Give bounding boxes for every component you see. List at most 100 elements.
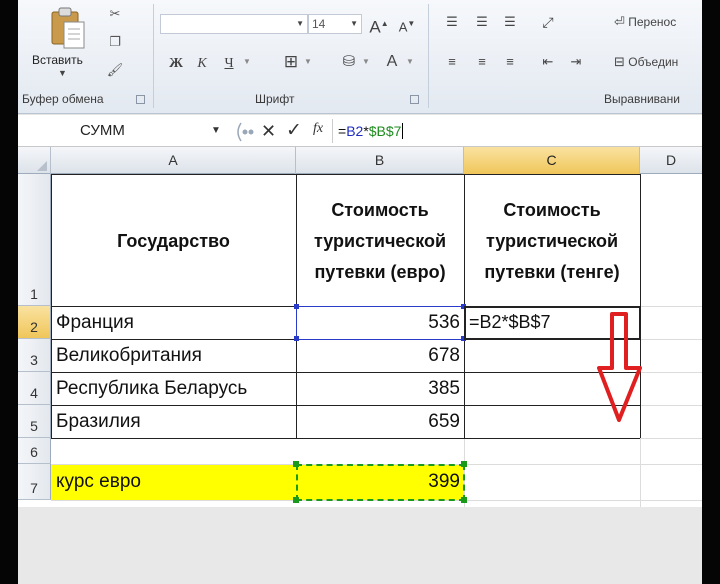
- row-header-3[interactable]: 3: [18, 339, 51, 372]
- screen-bezel-left: [0, 0, 18, 584]
- text-cursor: [402, 123, 404, 139]
- chevron-down-icon[interactable]: ▼: [58, 68, 67, 78]
- header-price-kzt-line1: Стоимость: [503, 200, 601, 220]
- row-header-2[interactable]: 2: [18, 306, 51, 339]
- cancel-icon[interactable]: ✕: [261, 121, 276, 142]
- wrap-text-icon: ⏎: [614, 14, 625, 29]
- reference-handle[interactable]: [294, 304, 299, 309]
- merge-icon: ⊟: [614, 54, 625, 69]
- cell-a7[interactable]: курс евро: [51, 471, 296, 493]
- enter-check-icon[interactable]: ✓: [286, 119, 302, 142]
- table-border: [51, 174, 52, 438]
- formula-ref-b7: $B$7: [368, 123, 402, 139]
- align-center-icon[interactable]: ≡: [472, 52, 492, 72]
- align-middle-icon[interactable]: ☰: [472, 12, 492, 32]
- font-color-button[interactable]: A: [382, 52, 402, 72]
- increase-indent-icon[interactable]: ⇥: [566, 52, 586, 72]
- font-group-label: Шрифт: [255, 92, 295, 106]
- table-border: [51, 174, 640, 175]
- row-header-5[interactable]: 5: [18, 405, 51, 438]
- select-all-triangle-icon: [37, 161, 47, 171]
- copy-icon[interactable]: ❐: [106, 34, 124, 50]
- shrink-font-button[interactable]: A▼: [396, 14, 418, 34]
- empty-area: [18, 507, 702, 584]
- chevron-down-icon[interactable]: ▼: [241, 52, 253, 72]
- formula-prefix: =: [338, 123, 347, 139]
- gridline: [640, 339, 702, 340]
- font-launcher-icon[interactable]: [410, 95, 419, 104]
- chevron-down-icon[interactable]: ▼: [211, 119, 221, 143]
- cell-b5[interactable]: 659: [296, 411, 464, 433]
- wrap-text-button[interactable]: ⏎ Перенос: [614, 14, 676, 30]
- row-header-6[interactable]: 6: [18, 438, 51, 464]
- cell-a2[interactable]: Франция: [51, 312, 296, 334]
- reference-handle[interactable]: [461, 497, 467, 503]
- underline-button[interactable]: Ч: [218, 52, 240, 72]
- cell-a5[interactable]: Бразилия: [51, 411, 296, 433]
- chevron-down-icon[interactable]: ▼: [360, 52, 372, 72]
- format-painter-icon[interactable]: 🖌: [106, 62, 124, 78]
- table-border: [51, 438, 640, 439]
- underline-label: Ч: [224, 56, 234, 71]
- bold-label: Ж: [169, 56, 183, 71]
- fill-color-icon[interactable]: ⛁: [338, 52, 360, 72]
- orientation-icon[interactable]: ⤢: [538, 12, 558, 32]
- column-header-d[interactable]: D: [640, 147, 702, 174]
- cell-b3[interactable]: 678: [296, 345, 464, 367]
- name-box[interactable]: СУММ: [18, 119, 223, 143]
- align-right-icon[interactable]: ≡: [500, 52, 520, 72]
- cell-a3[interactable]: Великобритания: [51, 345, 296, 367]
- clipboard-launcher-icon[interactable]: [136, 95, 145, 104]
- excel-window: Вставить ▼ ✂ ❐ 🖌 Буфер обмена ▼ 14 ▼ A▲ …: [0, 0, 720, 584]
- chevron-down-icon: ▼: [296, 19, 304, 28]
- formula-input[interactable]: =B2*$B$7: [338, 119, 404, 143]
- decrease-indent-icon[interactable]: ⇤: [538, 52, 558, 72]
- italic-button[interactable]: К: [192, 52, 212, 72]
- insert-function-button[interactable]: fx: [313, 121, 323, 137]
- row-header-1[interactable]: 1: [18, 174, 51, 306]
- row-header-7[interactable]: 7: [18, 464, 51, 500]
- row-number: 1: [30, 286, 38, 302]
- cut-icon[interactable]: ✂: [106, 6, 124, 22]
- reference-handle[interactable]: [294, 336, 299, 341]
- gridline: [640, 438, 641, 507]
- font-color-label: A: [386, 53, 398, 70]
- alignment-group-label: Выравнивани: [604, 92, 680, 106]
- column-header-a[interactable]: A: [51, 147, 296, 174]
- clipboard-group-label: Буфер обмена: [22, 92, 104, 106]
- gridline: [640, 405, 702, 406]
- row-number: 3: [30, 352, 38, 368]
- cell-b4[interactable]: 385: [296, 378, 464, 400]
- grow-font-button[interactable]: A▲: [368, 14, 390, 37]
- red-down-arrow-icon: [597, 312, 642, 422]
- gridline: [640, 438, 702, 439]
- font-size-value: 14: [312, 17, 326, 31]
- align-left-icon[interactable]: ≡: [442, 52, 462, 72]
- row-number: 4: [30, 385, 38, 401]
- merge-button[interactable]: ⊟ Объедин: [614, 54, 678, 70]
- reference-handle[interactable]: [293, 497, 299, 503]
- reference-highlight-b7: [296, 464, 465, 501]
- cell-a4[interactable]: Республика Беларусь: [51, 378, 296, 400]
- font-name-combo[interactable]: ▼: [160, 14, 308, 34]
- group-divider: [153, 4, 154, 108]
- header-price-eur-line3: путевки (евро): [314, 262, 446, 282]
- paste-button-label[interactable]: Вставить: [32, 53, 83, 67]
- select-all-button[interactable]: [18, 147, 51, 174]
- ribbon: Вставить ▼ ✂ ❐ 🖌 Буфер обмена ▼ 14 ▼ A▲ …: [18, 0, 702, 114]
- paste-icon[interactable]: [48, 6, 88, 50]
- align-bottom-icon[interactable]: ☰: [500, 12, 520, 32]
- align-top-icon[interactable]: ☰: [442, 12, 462, 32]
- bold-button[interactable]: Ж: [166, 52, 186, 72]
- reference-handle[interactable]: [293, 461, 299, 467]
- font-size-combo[interactable]: 14 ▼: [308, 14, 362, 34]
- column-header-b[interactable]: B: [296, 147, 464, 174]
- chevron-down-icon[interactable]: ▼: [302, 52, 314, 72]
- row-number: 5: [30, 418, 38, 434]
- formula-ref-b2: B2: [346, 123, 364, 139]
- reference-handle[interactable]: [461, 461, 467, 467]
- column-header-c[interactable]: C: [464, 147, 640, 174]
- chevron-down-icon[interactable]: ▼: [404, 52, 416, 72]
- row-header-4[interactable]: 4: [18, 372, 51, 405]
- borders-icon[interactable]: ⊞: [280, 52, 302, 72]
